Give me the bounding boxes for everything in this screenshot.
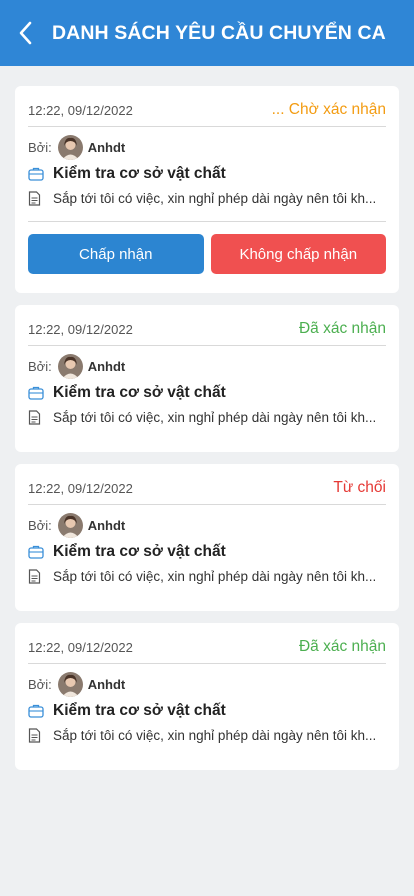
avatar: [57, 671, 83, 697]
request-title: Kiểm tra cơ sở vật chất: [53, 165, 226, 182]
card-header: 12:22, 09/12/2022 ... Chờ xác nhận: [28, 86, 386, 127]
by-label: Bởi:: [28, 676, 52, 692]
app-bar: DANH SÁCH YÊU CẦU CHUYỂN CA: [0, 0, 414, 66]
request-time: 12:22, 09/12/2022: [28, 639, 133, 655]
status-badge: ... Chờ xác nhận: [271, 101, 386, 118]
request-title: Kiểm tra cơ sở vật chất: [53, 384, 226, 401]
description-row: Sắp tới tôi có việc, xin nghỉ phép dài n…: [28, 185, 386, 215]
author-name: Anhdt: [87, 358, 126, 374]
status-badge: Từ chối: [333, 479, 386, 496]
by-label: Bởi:: [28, 358, 52, 374]
request-list: 12:22, 09/12/2022 ... Chờ xác nhận Bởi: …: [15, 86, 399, 782]
request-description: Sắp tới tôi có việc, xin nghỉ phép dài n…: [53, 409, 377, 425]
chevron-left-icon: [19, 21, 32, 45]
card-header: 12:22, 09/12/2022 Đã xác nhận: [28, 623, 386, 664]
briefcase-icon: [28, 545, 46, 559]
avatar: [57, 353, 83, 379]
request-title: Kiểm tra cơ sở vật chất: [53, 543, 226, 560]
card-header: 12:22, 09/12/2022 Từ chối: [28, 464, 386, 505]
request-description: Sắp tới tôi có việc, xin nghỉ phép dài n…: [53, 568, 377, 584]
by-label: Bởi:: [28, 517, 52, 533]
description-row: Sắp tới tôi có việc, xin nghỉ phép dài n…: [28, 722, 386, 752]
request-time: 12:22, 09/12/2022: [28, 321, 133, 337]
request-title: Kiểm tra cơ sở vật chất: [53, 702, 226, 719]
author-row: Bởi: Anhdt: [28, 131, 386, 163]
author-row: Bởi: Anhdt: [28, 668, 386, 700]
back-button[interactable]: [6, 13, 46, 53]
by-label: Bởi:: [28, 139, 52, 155]
request-description: Sắp tới tôi có việc, xin nghỉ phép dài n…: [53, 727, 377, 743]
reject-button[interactable]: Không chấp nhận: [210, 234, 386, 274]
request-description: Sắp tới tôi có việc, xin nghỉ phép dài n…: [53, 190, 377, 206]
avatar: [57, 134, 83, 160]
request-time: 12:22, 09/12/2022: [28, 480, 133, 496]
title-row: Kiểm tra cơ sở vật chất: [28, 700, 386, 722]
author-name: Anhdt: [87, 517, 126, 533]
title-row: Kiểm tra cơ sở vật chất: [28, 382, 386, 404]
title-row: Kiểm tra cơ sở vật chất: [28, 163, 386, 185]
briefcase-icon: [28, 386, 46, 400]
request-card[interactable]: 12:22, 09/12/2022 ... Chờ xác nhận Bởi: …: [15, 86, 399, 293]
author-row: Bởi: Anhdt: [28, 350, 386, 382]
request-card[interactable]: 12:22, 09/12/2022 Đã xác nhận Bởi: Anhdt…: [15, 305, 399, 452]
request-card[interactable]: 12:22, 09/12/2022 Đã xác nhận Bởi: Anhdt…: [15, 623, 399, 770]
briefcase-icon: [28, 704, 46, 718]
description-row: Sắp tới tôi có việc, xin nghỉ phép dài n…: [28, 563, 386, 593]
briefcase-icon: [28, 167, 46, 181]
avatar: [57, 512, 83, 538]
title-row: Kiểm tra cơ sở vật chất: [28, 541, 386, 563]
status-badge: Đã xác nhận: [298, 638, 386, 655]
accept-button[interactable]: Chấp nhận: [28, 234, 204, 274]
document-icon: [28, 409, 46, 425]
document-icon: [28, 727, 46, 743]
document-icon: [28, 190, 46, 206]
request-time: 12:22, 09/12/2022: [28, 102, 133, 118]
description-row: Sắp tới tôi có việc, xin nghỉ phép dài n…: [28, 404, 386, 434]
document-icon: [28, 568, 46, 584]
action-bar: Chấp nhận Không chấp nhận: [28, 221, 386, 293]
card-header: 12:22, 09/12/2022 Đã xác nhận: [28, 305, 386, 346]
request-card[interactable]: 12:22, 09/12/2022 Từ chối Bởi: Anhdt Kiể…: [15, 464, 399, 611]
author-name: Anhdt: [87, 676, 126, 692]
author-row: Bởi: Anhdt: [28, 509, 386, 541]
status-badge: Đã xác nhận: [298, 320, 386, 337]
author-name: Anhdt: [87, 139, 126, 155]
page-title: DANH SÁCH YÊU CẦU CHUYỂN CA: [52, 21, 386, 44]
